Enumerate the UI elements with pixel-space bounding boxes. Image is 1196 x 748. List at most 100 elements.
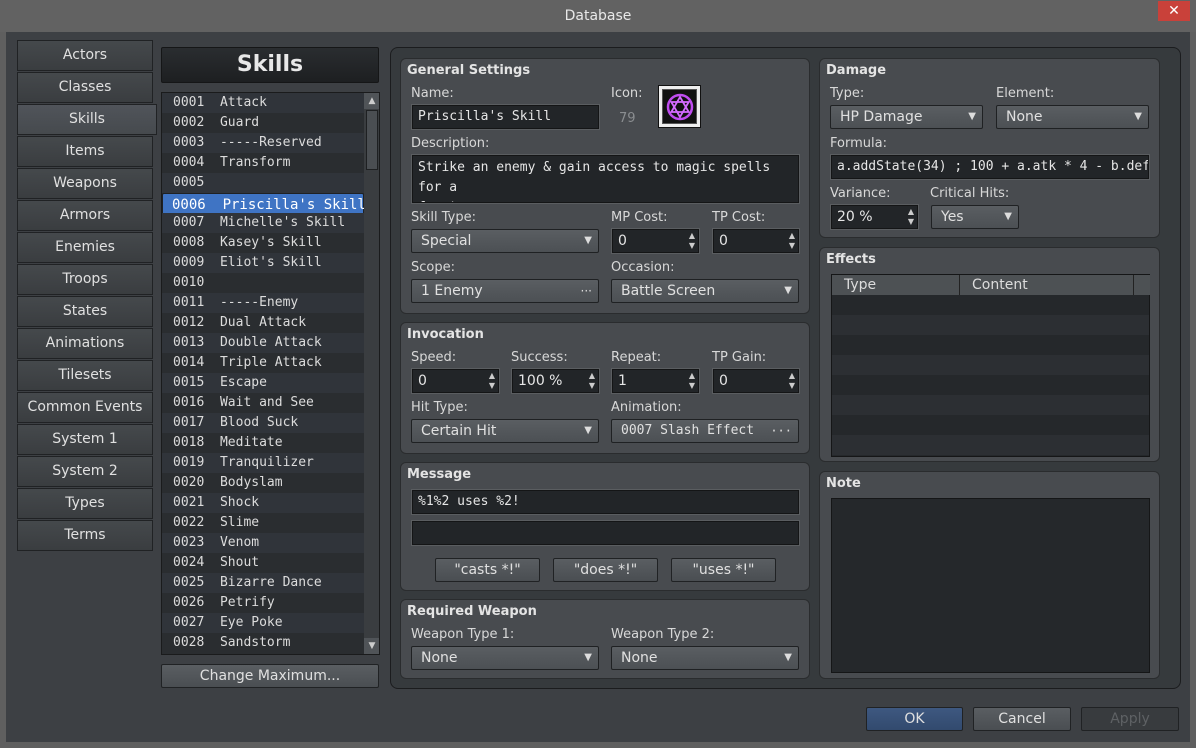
- list-item[interactable]: 0019 Tranquilizer: [162, 453, 364, 473]
- formula-input[interactable]: a.addState(34) ; 100 + a.atk * 4 - b.def…: [830, 154, 1150, 180]
- list-item[interactable]: 0012 Dual Attack: [162, 313, 364, 333]
- scope-select[interactable]: 1 Enemy ···: [411, 279, 599, 303]
- spin-arrows-icon[interactable]: ▲ ▼: [589, 371, 595, 391]
- nav-types[interactable]: Types: [17, 488, 153, 519]
- table-row[interactable]: [832, 375, 1149, 395]
- table-row[interactable]: [832, 395, 1149, 415]
- list-item[interactable]: 0024 Shout: [162, 553, 364, 573]
- scroll-down-icon[interactable]: ▼: [364, 638, 379, 654]
- column-header-content[interactable]: Content: [960, 275, 1134, 295]
- list-item[interactable]: 0014 Triple Attack: [162, 353, 364, 373]
- scrollbar[interactable]: ▲ ▼: [364, 93, 379, 654]
- nav-classes[interactable]: Classes: [17, 72, 153, 103]
- table-row[interactable]: [832, 315, 1149, 335]
- weapon-type-2-select[interactable]: None ▼: [611, 646, 799, 670]
- nav-items[interactable]: Items: [17, 136, 153, 167]
- does-button[interactable]: "does *!": [553, 558, 658, 582]
- nav-enemies[interactable]: Enemies: [17, 232, 153, 263]
- spin-arrows-icon[interactable]: ▲ ▼: [789, 371, 795, 391]
- list-item[interactable]: 0003 -----Reserved: [162, 133, 364, 153]
- list-item[interactable]: 0009 Eliot's Skill: [162, 253, 364, 273]
- spin-arrows-icon[interactable]: ▲ ▼: [689, 231, 695, 251]
- table-row[interactable]: [832, 415, 1149, 435]
- weapon-type-1-label: Weapon Type 1:: [411, 627, 515, 642]
- spin-arrows-icon[interactable]: ▲ ▼: [908, 207, 914, 227]
- table-row[interactable]: [832, 355, 1149, 375]
- nav-weapons[interactable]: Weapons: [17, 168, 153, 199]
- ok-button[interactable]: OK: [866, 707, 963, 731]
- description-input[interactable]: Strike an enemy & gain access to magic s…: [411, 154, 800, 204]
- note-textarea[interactable]: [831, 498, 1150, 673]
- list-item[interactable]: 0008 Kasey's Skill: [162, 233, 364, 253]
- hit-type-select[interactable]: Certain Hit ▼: [411, 419, 599, 443]
- occasion-select[interactable]: Battle Screen ▼: [611, 279, 799, 303]
- list-item[interactable]: 0001 Attack: [162, 93, 364, 113]
- list-item[interactable]: 0020 Bodyslam: [162, 473, 364, 493]
- nav-skills[interactable]: Skills: [17, 104, 157, 135]
- cancel-button[interactable]: Cancel: [973, 707, 1071, 731]
- list-item[interactable]: 0016 Wait and See: [162, 393, 364, 413]
- spin-arrows-icon[interactable]: ▲ ▼: [489, 371, 495, 391]
- list-item[interactable]: 0004 Transform: [162, 153, 364, 173]
- close-button[interactable]: ✕: [1158, 1, 1190, 21]
- skill-type-select[interactable]: Special ▼: [411, 229, 599, 253]
- scroll-thumb[interactable]: [366, 110, 378, 170]
- nav-system-2[interactable]: System 2: [17, 456, 153, 487]
- skill-list[interactable]: 0001 Attack 0002 Guard 0003 -----Reserved 0…: [161, 92, 380, 655]
- tp-gain-stepper[interactable]: 0 ▲ ▼: [712, 368, 800, 394]
- name-input[interactable]: Priscilla's Skill: [411, 104, 600, 130]
- table-row[interactable]: [832, 435, 1149, 455]
- repeat-stepper[interactable]: 1 ▲ ▼: [611, 368, 700, 394]
- animation-value: 0007 Slash Effect: [621, 423, 755, 438]
- list-item[interactable]: 0028 Sandstorm: [162, 633, 364, 653]
- mp-cost-stepper[interactable]: 0 ▲ ▼: [611, 228, 700, 254]
- spin-arrows-icon[interactable]: ▲ ▼: [789, 231, 795, 251]
- spin-arrows-icon[interactable]: ▲ ▼: [689, 371, 695, 391]
- table-row[interactable]: [832, 295, 1149, 315]
- success-stepper[interactable]: 100 % ▲ ▼: [511, 368, 600, 394]
- nav-terms[interactable]: Terms: [17, 520, 153, 551]
- nav-troops[interactable]: Troops: [17, 264, 153, 295]
- message-line-2-input[interactable]: [411, 520, 800, 546]
- message-line-1-input[interactable]: %1%2 uses %2!: [411, 489, 800, 515]
- nav-states[interactable]: States: [17, 296, 153, 327]
- scroll-up-icon[interactable]: ▲: [364, 93, 379, 109]
- list-item[interactable]: 0025 Bizarre Dance: [162, 573, 364, 593]
- list-item[interactable]: 0011 -----Enemy: [162, 293, 364, 313]
- list-item[interactable]: 0021 Shock: [162, 493, 364, 513]
- list-item[interactable]: 0027 Eye Poke: [162, 613, 364, 633]
- animation-select[interactable]: 0007 Slash Effect ···: [611, 419, 799, 443]
- variance-stepper[interactable]: 20 % ▲ ▼: [830, 204, 919, 230]
- list-item[interactable]: 0010: [162, 273, 364, 293]
- nav-actors[interactable]: Actors: [17, 40, 153, 71]
- list-item[interactable]: 0018 Meditate: [162, 433, 364, 453]
- element-select[interactable]: None ▼: [996, 105, 1149, 129]
- list-item[interactable]: 0013 Double Attack: [162, 333, 364, 353]
- speed-stepper[interactable]: 0 ▲ ▼: [411, 368, 500, 394]
- nav-common-events[interactable]: Common Events: [17, 392, 153, 423]
- change-maximum-button[interactable]: Change Maximum...: [161, 664, 379, 688]
- icon-picker[interactable]: [658, 85, 701, 128]
- nav-tilesets[interactable]: Tilesets: [17, 360, 153, 391]
- list-item[interactable]: 0002 Guard: [162, 113, 364, 133]
- nav-system-1[interactable]: System 1: [17, 424, 153, 455]
- list-item[interactable]: 0005: [162, 173, 364, 193]
- nav-armors[interactable]: Armors: [17, 200, 153, 231]
- apply-button[interactable]: Apply: [1081, 707, 1179, 731]
- nav-animations[interactable]: Animations: [17, 328, 153, 359]
- casts-button[interactable]: "casts *!": [435, 558, 540, 582]
- table-row[interactable]: [832, 335, 1149, 355]
- uses-button[interactable]: "uses *!": [671, 558, 776, 582]
- critical-hits-select[interactable]: Yes ▼: [931, 205, 1019, 229]
- list-item[interactable]: 0023 Venom: [162, 533, 364, 553]
- effects-table[interactable]: Type Content: [831, 274, 1150, 457]
- tp-cost-stepper[interactable]: 0 ▲ ▼: [712, 228, 800, 254]
- column-header-type[interactable]: Type: [832, 275, 960, 295]
- damage-type-select[interactable]: HP Damage ▼: [830, 105, 983, 129]
- list-item[interactable]: 0022 Slime: [162, 513, 364, 533]
- list-item[interactable]: 0007 Michelle's Skill: [162, 213, 364, 233]
- list-item[interactable]: 0026 Petrify: [162, 593, 364, 613]
- list-item[interactable]: 0017 Blood Suck: [162, 413, 364, 433]
- list-item[interactable]: 0015 Escape: [162, 373, 364, 393]
- weapon-type-1-select[interactable]: None ▼: [411, 646, 599, 670]
